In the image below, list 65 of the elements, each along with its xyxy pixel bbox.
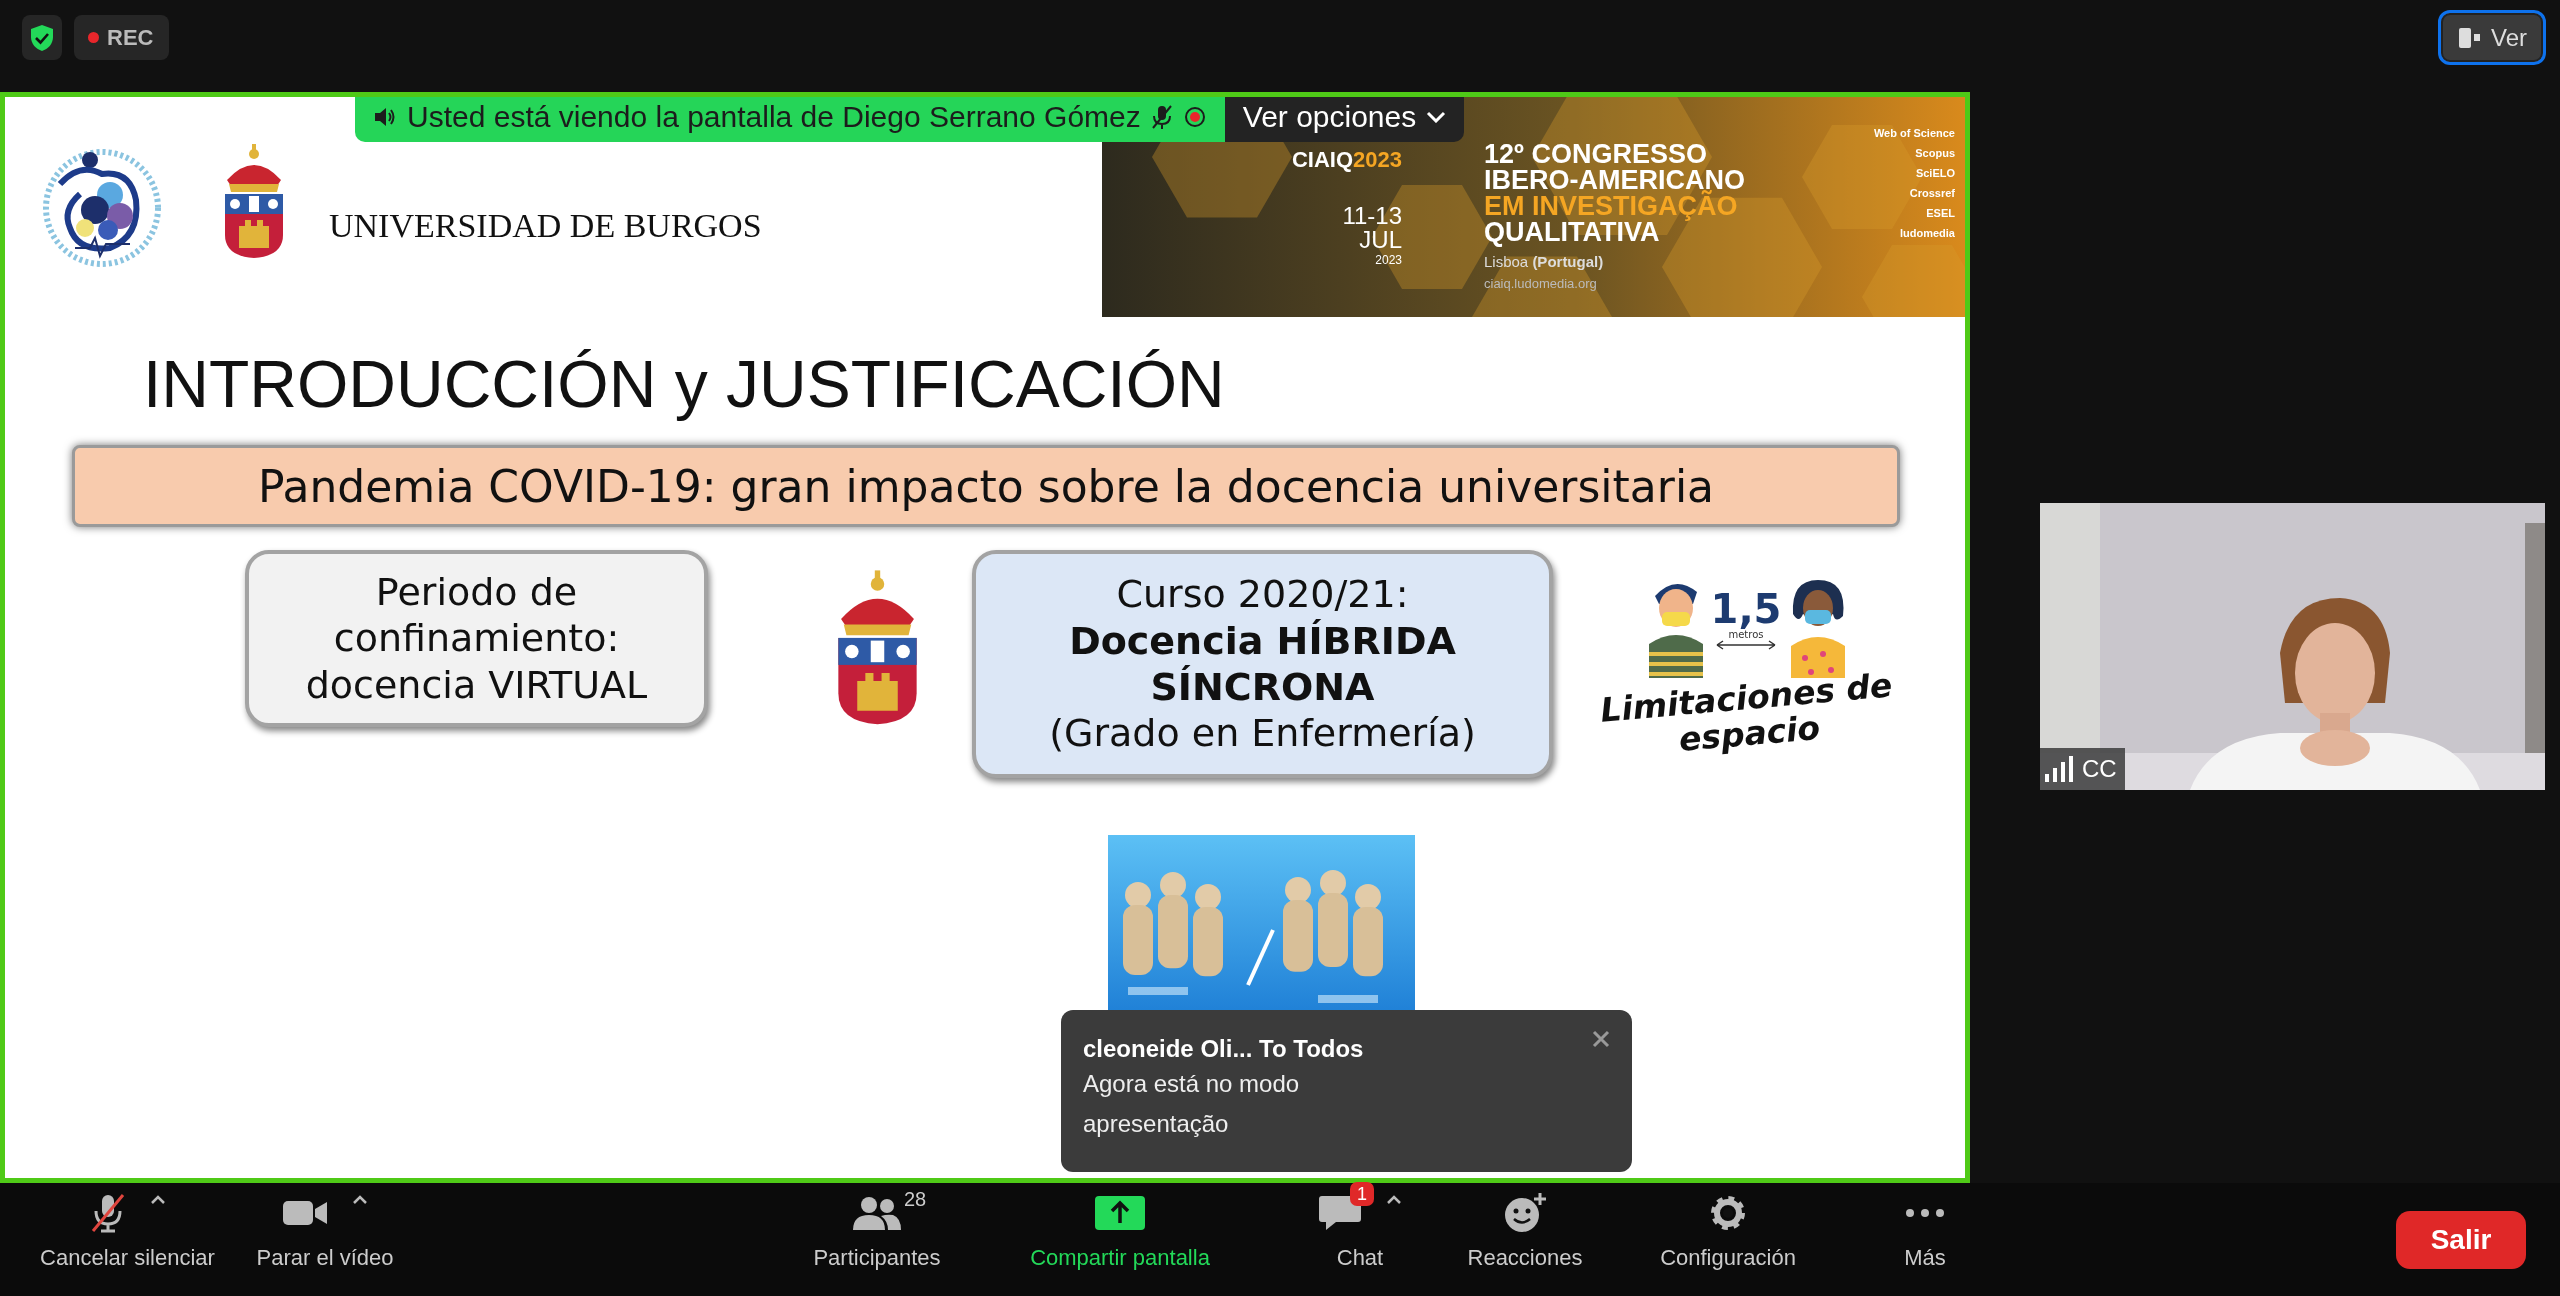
more-button[interactable]: Más <box>1875 1183 1975 1296</box>
recording-indicator[interactable]: REC <box>74 15 170 60</box>
shield-icon <box>30 23 54 52</box>
signal-icon <box>2044 756 2074 782</box>
participant-name: CC <box>2082 755 2117 783</box>
box-text: Curso 2020/21: <box>1116 571 1409 618</box>
view-button[interactable]: Ver <box>2437 10 2546 65</box>
settings-icon <box>1708 1193 1748 1233</box>
security-button[interactable] <box>22 15 62 60</box>
viewing-text: Usted está viendo la pantalla de Diego Serrano Gómez <box>407 100 1141 134</box>
notification-title: cleoneide Oli... To Todos <box>1083 1034 1364 1064</box>
slide-title: INTRODUCCIÓN y JUSTIFICACIÓN <box>143 346 1225 423</box>
participant-count: 28 <box>904 1188 927 1211</box>
box-text: Periodo de <box>375 568 578 616</box>
box-text: Docencia HÍBRIDA <box>1069 617 1456 664</box>
distance-value: 1,5 <box>1710 589 1782 629</box>
indexer-logo: Scopus <box>1915 147 1955 159</box>
banner-headline: QUALITATIVA <box>1484 219 1660 245</box>
mute-button[interactable]: Cancelar silenciar <box>10 1183 245 1296</box>
indexer-logo: Web of Science <box>1873 127 1955 139</box>
caret-icon[interactable] <box>149 1195 166 1205</box>
notification-message: Agora está no modo apresentação <box>1083 1069 1301 1139</box>
banner-date: JUL <box>1359 228 1402 252</box>
share-screen-button[interactable]: Compartir pantalla <box>1015 1183 1225 1296</box>
box-text: SÍNCRONA <box>1150 664 1375 711</box>
participants-icon <box>852 1196 902 1230</box>
participants-button[interactable]: 28 Participantes <box>797 1183 957 1296</box>
unread-badge: 1 <box>1350 1182 1374 1206</box>
box-text: confinamiento: <box>333 615 620 662</box>
muted-mic-icon <box>1150 104 1173 130</box>
caption-text: Limitaciones de espacio <box>1597 666 1895 762</box>
double-arrow-icon <box>1716 640 1776 650</box>
box-text: docencia VIRTUAL <box>305 661 648 709</box>
distance-unit: metros <box>1728 629 1764 640</box>
speaker-icon <box>373 105 397 129</box>
indexer-logo: ESEL <box>1926 207 1955 219</box>
banner-url: ciaiq.ludomedia.org <box>1484 276 1598 291</box>
chevron-down-icon <box>1426 111 1447 123</box>
box-text: (Grado en Enfermería) <box>1049 710 1476 757</box>
layout-icon <box>2456 25 2481 50</box>
record-icon <box>1182 105 1207 129</box>
indexer-logo: Crossref <box>1909 187 1955 199</box>
conference-brand: CIAIQ2023 <box>1291 147 1402 173</box>
indexer-logo: ludomedia <box>1900 227 1955 239</box>
indexer-logo: SciELO <box>1915 167 1955 179</box>
banner-date: 11-13 <box>1342 204 1402 228</box>
banner-location: Lisboa (Portugal) <box>1484 253 1605 270</box>
banner-headline: 12º CONGRESSO <box>1484 141 1708 167</box>
view-options-button[interactable]: Ver opciones <box>1224 97 1465 142</box>
reactions-button[interactable]: Reacciones <box>1450 1183 1600 1296</box>
share-screen-icon <box>1094 1195 1146 1231</box>
institution-name: UNIVERSIDAD DE BURGOS <box>329 207 762 245</box>
leave-button[interactable]: Salir <box>2396 1210 2526 1269</box>
headline-banner: Pandemia COVID-19: gran impacto sobre la docencia universitaria <box>72 445 1900 527</box>
video-button[interactable]: Parar el vídeo <box>245 1183 405 1296</box>
caret-icon[interactable] <box>1386 1195 1402 1205</box>
record-dot-icon <box>88 32 99 43</box>
emoji-icon <box>1503 1192 1547 1234</box>
recording-label: REC <box>107 24 154 51</box>
banner-date: 2023 <box>1375 254 1402 266</box>
caret-icon[interactable] <box>352 1195 368 1205</box>
settings-button[interactable]: Configuración <box>1638 1183 1818 1296</box>
close-icon[interactable] <box>1592 1030 1610 1048</box>
more-icon <box>1905 1208 1945 1218</box>
chat-button[interactable]: 1 Chat <box>1300 1183 1420 1296</box>
